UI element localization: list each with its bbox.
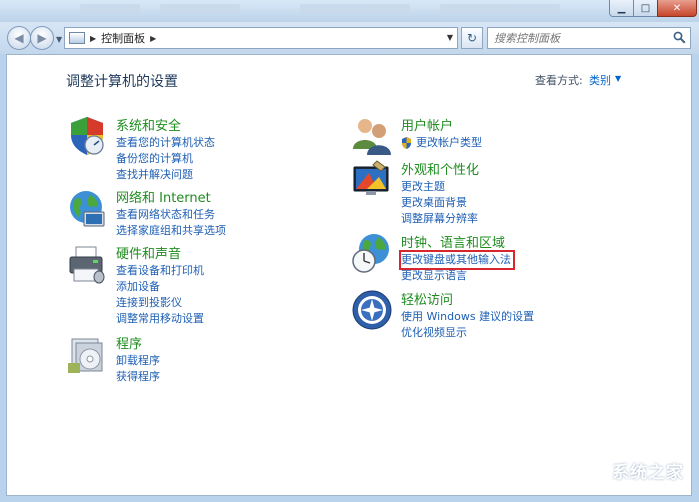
users-icon[interactable]	[351, 115, 393, 157]
refresh-button[interactable]: ↻	[461, 27, 483, 49]
control-panel-icon	[69, 32, 85, 44]
refresh-icon: ↻	[466, 31, 478, 45]
link-change-account-type[interactable]: 更改帐户类型	[401, 135, 482, 151]
appearance-monitor-icon[interactable]	[351, 159, 393, 201]
link-backup-computer[interactable]: 备份您的计算机	[116, 151, 215, 167]
address-bar[interactable]: ▶ 控制面板 ▶ ▼	[64, 27, 458, 49]
category-title-programs[interactable]: 程序	[116, 333, 142, 352]
link-screen-resolution[interactable]: 调整屏幕分辨率	[401, 211, 478, 227]
network-globe-icon[interactable]	[66, 187, 108, 229]
title-bar: ▁ □ ✕	[0, 0, 699, 22]
page-title: 调整计算机的设置	[66, 74, 178, 90]
background-blur	[80, 4, 140, 14]
breadcrumb-arrow-icon[interactable]: ▶	[150, 34, 156, 43]
link-get-programs[interactable]: 获得程序	[116, 369, 160, 385]
minimize-icon: ▁	[617, 2, 626, 14]
breadcrumb-arrow-icon[interactable]: ▶	[90, 34, 96, 43]
dropdown-arrow-icon[interactable]: ▼	[615, 74, 621, 83]
watermark-text: 系统之家	[612, 463, 684, 483]
category-title-ease-access[interactable]: 轻松访问	[401, 289, 453, 308]
address-dropdown-icon[interactable]: ▼	[447, 33, 453, 42]
category-title-clock-region[interactable]: 时钟、语言和区域	[401, 232, 505, 251]
breadcrumb-control-panel[interactable]: 控制面板	[101, 30, 145, 46]
link-desktop-background[interactable]: 更改桌面背景	[401, 195, 478, 211]
link-homegroup-sharing[interactable]: 选择家庭组和共享选项	[116, 223, 226, 239]
category-title-user-accounts[interactable]: 用户帐户	[401, 115, 453, 134]
watermark-logo-icon	[584, 456, 610, 482]
search-icon[interactable]	[673, 31, 686, 44]
category-title-appearance[interactable]: 外观和个性化	[401, 159, 479, 178]
link-optimize-visual-display[interactable]: 优化视频显示	[401, 325, 534, 341]
content-pane: 调整计算机的设置 查看方式: 类别 ▼ 系统和安全 查看您的计算机状态 备份您的…	[6, 54, 692, 496]
close-button[interactable]: ✕	[657, 0, 697, 17]
programs-disc-icon[interactable]	[66, 333, 108, 375]
arrow-right-icon: ▶	[37, 31, 47, 45]
link-change-keyboard-input[interactable]: 更改键盘或其他输入法	[399, 250, 515, 270]
link-change-display-language[interactable]: 更改显示语言	[401, 268, 513, 284]
category-title-hardware[interactable]: 硬件和声音	[116, 243, 181, 262]
watermark: 系统之家	[584, 454, 692, 484]
background-blur	[160, 4, 240, 14]
link-troubleshoot[interactable]: 查找并解决问题	[116, 167, 215, 183]
forward-button[interactable]: ▶	[30, 26, 54, 50]
maximize-icon: □	[640, 2, 651, 14]
link-windows-suggested-settings[interactable]: 使用 Windows 建议的设置	[401, 309, 534, 325]
background-blur	[300, 4, 410, 14]
back-button[interactable]: ◀	[7, 26, 31, 50]
link-change-theme[interactable]: 更改主题	[401, 179, 478, 195]
view-by-dropdown[interactable]: 类别	[589, 72, 611, 88]
close-icon: ✕	[672, 2, 682, 14]
category-title-network[interactable]: 网络和 Internet	[116, 187, 211, 206]
link-add-device[interactable]: 添加设备	[116, 279, 204, 295]
background-blur	[440, 4, 560, 14]
uac-shield-icon	[402, 137, 411, 149]
link-mobility-settings[interactable]: 调整常用移动设置	[116, 311, 204, 327]
arrow-left-icon: ◀	[14, 31, 24, 45]
ease-of-access-icon[interactable]	[351, 289, 393, 331]
link-devices-printers[interactable]: 查看设备和打印机	[116, 263, 204, 279]
link-network-status[interactable]: 查看网络状态和任务	[116, 207, 226, 223]
category-title-system-security[interactable]: 系统和安全	[116, 115, 181, 134]
recent-pages-dropdown[interactable]: ▼	[56, 35, 62, 44]
printer-icon[interactable]	[66, 243, 108, 285]
link-uninstall-program[interactable]: 卸载程序	[116, 353, 160, 369]
view-by-label: 查看方式:	[535, 74, 583, 87]
link-view-computer-status[interactable]: 查看您的计算机状态	[116, 135, 215, 151]
clock-globe-icon[interactable]	[351, 232, 393, 274]
system-security-shield-icon[interactable]	[66, 115, 108, 157]
search-box[interactable]	[487, 27, 691, 49]
link-connect-projector[interactable]: 连接到投影仪	[116, 295, 204, 311]
link-label: 更改帐户类型	[416, 136, 482, 149]
minimize-button[interactable]: ▁	[609, 0, 634, 17]
navigation-bar: ◀ ▶ ▼ ▶ 控制面板 ▶ ▼ ↻	[0, 22, 699, 54]
maximize-button[interactable]: □	[633, 0, 658, 17]
search-input[interactable]	[488, 28, 666, 48]
